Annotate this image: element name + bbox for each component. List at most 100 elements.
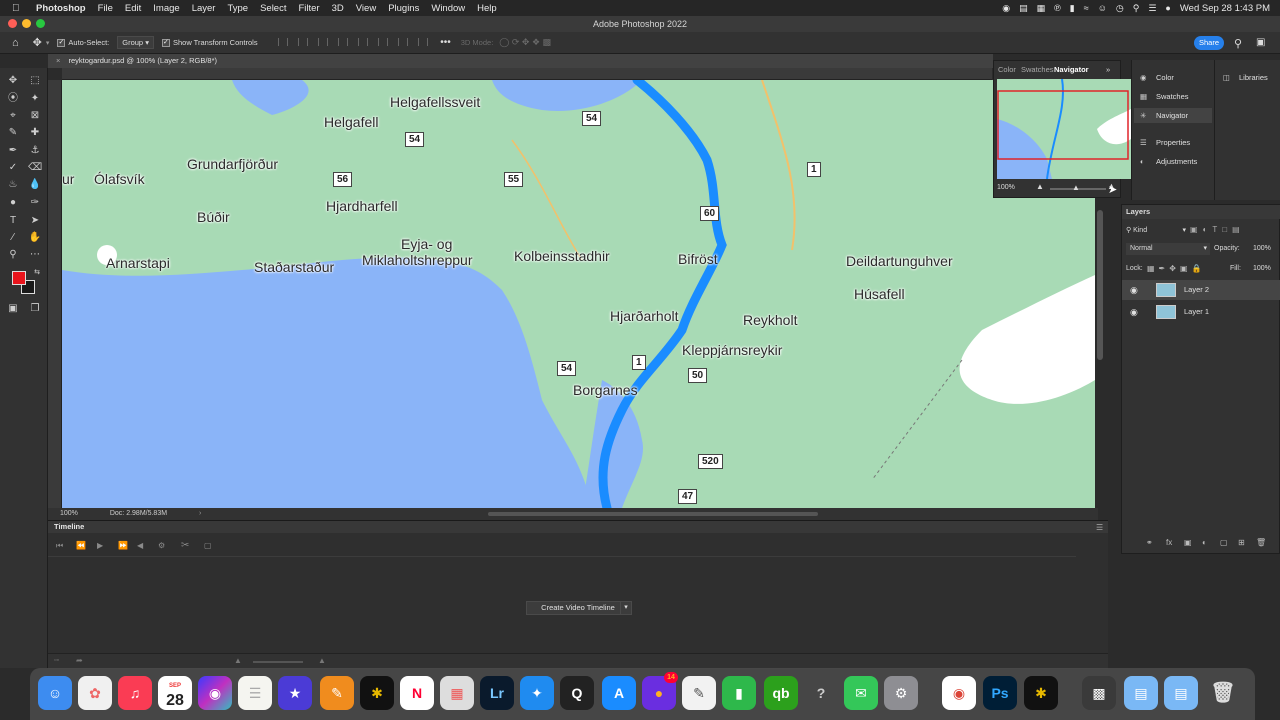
- panel-item-properties[interactable]: ☰ Properties: [1140, 138, 1190, 147]
- frame-tool-icon[interactable]: ⊠: [28, 109, 42, 123]
- panel-item-libraries[interactable]: ◫ Libraries: [1223, 73, 1268, 82]
- zoom-in-timeline-icon[interactable]: ▲: [318, 656, 326, 665]
- visibility-eye-icon[interactable]: ◉: [1130, 280, 1138, 300]
- lasso-tool-icon[interactable]: ⦿: [6, 92, 20, 106]
- siri-app-icon[interactable]: ◉: [198, 676, 232, 710]
- distribute-spacing-icon[interactable]: [418, 37, 429, 46]
- tab-color[interactable]: Color: [998, 65, 1016, 74]
- align-middle-icon[interactable]: [357, 37, 368, 46]
- healing-brush-tool-icon[interactable]: ✚: [28, 126, 42, 140]
- marquee-tool-icon[interactable]: ⬚: [28, 74, 42, 88]
- menubar-datetime[interactable]: Wed Sep 28 1:43 PM: [1180, 3, 1270, 14]
- align-right-icon[interactable]: [317, 37, 328, 46]
- menu-image[interactable]: Image: [153, 3, 179, 14]
- panel-item-adjustments[interactable]: ◐ Adjustments: [1140, 157, 1197, 166]
- menu-type[interactable]: Type: [227, 3, 248, 14]
- menu-3d[interactable]: 3D: [332, 3, 344, 14]
- workspace-icon[interactable]: ▣: [1256, 37, 1265, 48]
- close-window-icon[interactable]: [8, 19, 17, 28]
- zoom-window-icon[interactable]: [36, 19, 45, 28]
- menu-file[interactable]: File: [98, 3, 113, 14]
- share-button[interactable]: Share: [1194, 36, 1224, 50]
- safari-icon[interactable]: ✦: [520, 676, 554, 710]
- bluetooth-icon[interactable]: ℗: [1054, 3, 1061, 13]
- lightroom-icon[interactable]: Lr: [480, 676, 514, 710]
- finder-icon[interactable]: ☺: [38, 676, 72, 710]
- wifi-icon[interactable]: ≈: [1084, 3, 1089, 13]
- new-group-icon[interactable]: ▢: [1220, 538, 1228, 547]
- create-video-timeline-button[interactable]: Create Video Timeline: [526, 601, 630, 615]
- norton-icon[interactable]: ✱: [360, 676, 394, 710]
- type-tool-icon[interactable]: T: [6, 214, 20, 228]
- document-tab[interactable]: × reyktogardur.psd @ 100% (Layer 2, RGB/…: [48, 54, 993, 68]
- adjustment-layer-icon[interactable]: ◐: [1202, 538, 1207, 547]
- align-top-icon[interactable]: [337, 37, 348, 46]
- vertical-ruler[interactable]: [48, 80, 62, 510]
- panel-item-navigator[interactable]: ✳ Navigator: [1134, 108, 1212, 123]
- convert-frames-icon[interactable]: ▫▫: [54, 657, 59, 664]
- line-tool-icon[interactable]: ∕: [6, 231, 20, 245]
- control-center-icon[interactable]: ☰: [1148, 3, 1156, 14]
- document-canvas[interactable]: Helgafellssveit Helgafell Grundarfjörður…: [62, 80, 1095, 508]
- apple-icon[interactable]: : [12, 3, 26, 14]
- previous-frame-icon[interactable]: ⏪: [76, 541, 86, 550]
- layer-row-layer-2[interactable]: ◉ Layer 2: [1122, 280, 1280, 300]
- battery-icon[interactable]: ▮: [1070, 3, 1075, 14]
- firefox-icon[interactable]: ● 14: [642, 672, 678, 710]
- move-tool-icon[interactable]: ✥: [33, 36, 42, 49]
- system-preferences-icon[interactable]: ⚙: [884, 676, 918, 710]
- render-video-icon[interactable]: ➦: [76, 656, 83, 665]
- magic-wand-tool-icon[interactable]: ✦: [28, 92, 42, 106]
- quick-mask-icon[interactable]: ▣: [6, 302, 20, 316]
- fill-value[interactable]: 100%: [1253, 265, 1271, 272]
- stamp-tool-icon[interactable]: ⚓: [28, 144, 42, 158]
- eyedropper-tool-icon[interactable]: ✎: [6, 126, 20, 140]
- status-zoom[interactable]: 100%: [60, 510, 78, 517]
- blend-mode-dropdown[interactable]: Normal ▾: [1126, 243, 1210, 255]
- pages-icon[interactable]: ✎: [320, 676, 354, 710]
- foreground-color-swatch[interactable]: [12, 271, 26, 285]
- audio-icon[interactable]: ◀: [137, 541, 143, 550]
- layer-row-layer-1[interactable]: ◉ Layer 1: [1122, 302, 1280, 322]
- minimize-window-icon[interactable]: [22, 19, 31, 28]
- align-bottom-icon[interactable]: [378, 37, 389, 46]
- menu-layer[interactable]: Layer: [192, 3, 216, 14]
- distribute-icon[interactable]: [398, 37, 409, 46]
- zoom-out-timeline-icon[interactable]: ▲: [234, 656, 242, 665]
- imovie-icon[interactable]: ★: [278, 676, 312, 710]
- transform-controls-checkbox[interactable]: ✓: [161, 38, 173, 47]
- auto-select-dropdown[interactable]: Group ▾: [117, 36, 154, 49]
- menu-view[interactable]: View: [356, 3, 376, 14]
- lock-icons[interactable]: ▦✒✥▣🔒: [1147, 264, 1205, 273]
- zoom-tool-icon[interactable]: ⚲: [6, 248, 20, 262]
- layers-panel-title[interactable]: Layers: [1126, 207, 1150, 216]
- display-icon[interactable]: ▤: [1019, 3, 1028, 14]
- eraser-tool-icon[interactable]: ⌫: [28, 161, 42, 175]
- play-icon[interactable]: ▶: [97, 541, 103, 550]
- chrome-icon[interactable]: ◉: [942, 676, 976, 710]
- path-selection-tool-icon[interactable]: ➤: [28, 214, 42, 228]
- swap-colors-icon[interactable]: ⇆: [30, 266, 44, 280]
- opacity-value[interactable]: 100%: [1253, 245, 1271, 252]
- navigator-thumbnail[interactable]: [997, 79, 1131, 179]
- calendar-icon[interactable]: SEP 28: [158, 676, 192, 710]
- norton-2-icon[interactable]: ✱: [1024, 676, 1058, 710]
- user-icon[interactable]: ☺: [1098, 3, 1107, 13]
- split-at-playhead-icon[interactable]: ✂: [181, 540, 189, 551]
- navigator-zoom-value[interactable]: 100%: [997, 184, 1015, 191]
- chevron-down-icon[interactable]: ▾: [46, 39, 50, 47]
- downloads-folder-icon[interactable]: ▤: [1164, 676, 1198, 710]
- app-store-icon[interactable]: A: [602, 676, 636, 710]
- folder-icon[interactable]: ▤: [1124, 676, 1158, 710]
- search-icon[interactable]: ⚲: [1234, 37, 1242, 50]
- spotlight-search-icon[interactable]: ⚲: [1133, 3, 1140, 14]
- go-to-first-frame-icon[interactable]: ⏮: [56, 541, 63, 551]
- timeline-dropdown-chevron-icon[interactable]: ▾: [620, 601, 632, 615]
- history-brush-tool-icon[interactable]: ✓: [6, 161, 20, 175]
- grid-app-icon[interactable]: ▦: [440, 676, 474, 710]
- status-chevron-icon[interactable]: ›: [199, 510, 201, 517]
- layer-style-icon[interactable]: fx: [1166, 538, 1172, 547]
- news-icon[interactable]: N: [400, 676, 434, 710]
- record-icon[interactable]: ◉: [1002, 3, 1010, 14]
- grid-icon[interactable]: ▦: [1037, 3, 1046, 14]
